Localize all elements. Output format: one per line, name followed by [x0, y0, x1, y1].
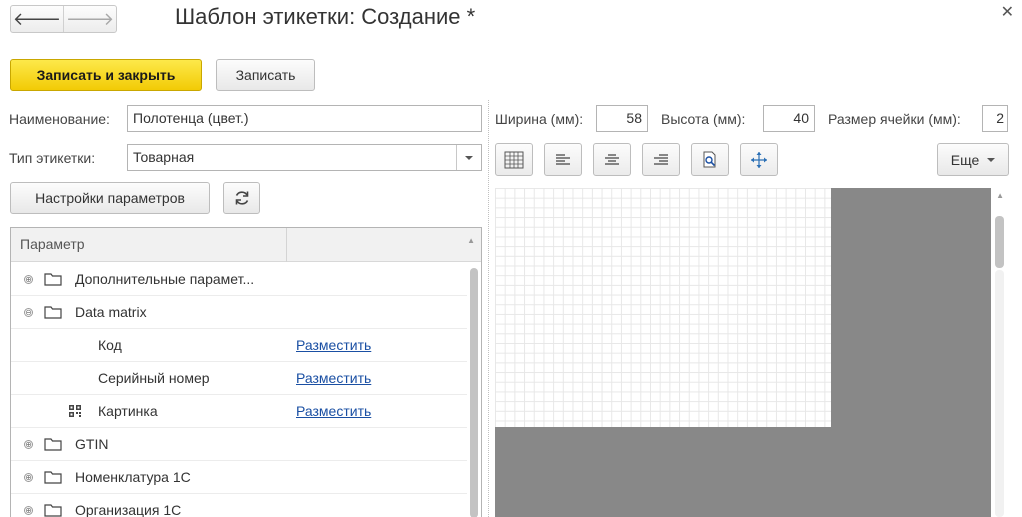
type-label: Тип этикетки: — [9, 150, 96, 166]
arrow-right-icon: 🡒 — [65, 8, 115, 29]
collapse-icon[interactable]: ⊖ — [24, 308, 33, 317]
back-button[interactable]: 🡐 — [11, 6, 63, 32]
tree-row[interactable]: ⊕ Дополнительные парамет... — [11, 263, 467, 296]
qr-code-icon — [69, 405, 81, 417]
name-field[interactable]: Полотенца (цвет.) — [127, 105, 482, 132]
height-label: Высота (мм): — [661, 111, 746, 127]
tree-row[interactable]: Серийный номер Разместить — [11, 362, 467, 395]
tree-row-label: Организация 1С — [75, 502, 182, 517]
width-field[interactable]: 58 — [596, 105, 648, 132]
column-divider[interactable] — [286, 228, 287, 262]
tree-row-label: Номенклатура 1С — [75, 469, 191, 485]
tree-row[interactable]: ⊕ GTIN — [11, 428, 467, 461]
tree-scrollbar-thumb[interactable] — [470, 268, 478, 517]
parameter-tree: Параметр ▲ ⊕ Дополнительные парамет... ⊖… — [10, 227, 482, 517]
tree-row[interactable]: ⊕ Организация 1С — [11, 494, 467, 517]
width-label: Ширина (мм): — [495, 111, 584, 127]
move-icon — [751, 151, 767, 168]
tree-row[interactable]: Картинка Разместить — [11, 395, 467, 428]
align-left-button[interactable] — [544, 143, 582, 176]
tree-row-label: Картинка — [98, 403, 158, 419]
barcode-table-icon — [504, 151, 524, 168]
window-title: Шаблон этикетки: Создание * — [175, 4, 476, 29]
barcode-table-button[interactable] — [495, 143, 533, 176]
forward-button[interactable]: 🡒 — [63, 6, 116, 32]
canvas-scrollbar-thumb[interactable] — [995, 216, 1004, 268]
label-grid-canvas[interactable] — [495, 188, 831, 427]
column-header-parameter[interactable]: Параметр — [20, 236, 85, 252]
panel-splitter[interactable] — [488, 100, 489, 517]
canvas-scrollbar[interactable]: ▲ — [992, 188, 1009, 517]
move-button[interactable] — [740, 143, 778, 176]
place-link[interactable]: Разместить — [296, 403, 371, 419]
tree-row-label: Код — [98, 337, 122, 353]
place-link[interactable]: Разместить — [296, 337, 371, 353]
name-label: Наименование: — [9, 111, 110, 127]
canvas-scrollbar-track[interactable] — [995, 270, 1004, 517]
chevron-down-icon — [987, 157, 996, 162]
save-and-close-button[interactable]: Записать и закрыть — [10, 59, 202, 91]
expand-icon[interactable]: ⊕ — [24, 506, 33, 515]
expand-icon[interactable]: ⊕ — [24, 440, 33, 449]
tree-row[interactable]: ⊖ Data matrix — [11, 296, 467, 329]
tree-row[interactable]: Код Разместить — [11, 329, 467, 362]
close-icon[interactable]: ✕ — [1001, 2, 1014, 22]
scroll-up-icon[interactable]: ▲ — [467, 236, 475, 245]
tree-row[interactable]: ⊕ Номенклатура 1С — [11, 461, 467, 494]
tree-row-label: Дополнительные парамет... — [75, 271, 255, 287]
label-canvas-area[interactable] — [495, 188, 991, 517]
type-dropdown-button[interactable] — [456, 145, 481, 170]
expand-icon[interactable]: ⊕ — [24, 473, 33, 482]
height-field[interactable]: 40 — [763, 105, 815, 132]
align-right-icon — [654, 153, 668, 165]
align-center-icon — [605, 153, 619, 165]
align-center-button[interactable] — [593, 143, 631, 176]
tree-row-label: GTIN — [75, 436, 109, 452]
arrow-left-icon: 🡐 — [12, 8, 62, 29]
folder-icon — [44, 273, 62, 286]
preview-button[interactable] — [691, 143, 729, 176]
history-nav: 🡐 🡒 — [10, 5, 117, 33]
tree-row-label: Data matrix — [75, 304, 147, 320]
tree-row-label: Серийный номер — [98, 370, 210, 386]
save-button[interactable]: Записать — [216, 59, 315, 91]
refresh-button[interactable] — [223, 182, 260, 214]
expand-icon[interactable]: ⊕ — [24, 275, 33, 284]
tree-header: Параметр ▲ — [11, 228, 481, 262]
more-button-label: Еще — [950, 151, 980, 168]
params-settings-button[interactable]: Настройки параметров — [10, 182, 210, 214]
align-left-icon — [556, 153, 570, 165]
cell-size-field[interactable]: 2 — [982, 105, 1008, 132]
align-right-button[interactable] — [642, 143, 680, 176]
refresh-icon — [235, 191, 248, 205]
folder-icon — [44, 438, 62, 451]
chevron-down-icon — [465, 155, 473, 160]
type-select-value: Товарная — [133, 149, 195, 165]
scroll-up-icon[interactable]: ▲ — [996, 191, 1004, 200]
folder-icon — [44, 471, 62, 484]
place-link[interactable]: Разместить — [296, 370, 371, 386]
cell-size-label: Размер ячейки (мм): — [828, 111, 961, 127]
more-button[interactable]: Еще — [937, 143, 1009, 176]
tree-scrollbar[interactable] — [470, 268, 478, 517]
folder-icon — [44, 504, 62, 517]
type-select[interactable]: Товарная — [127, 144, 482, 171]
preview-icon — [703, 151, 716, 167]
folder-icon — [44, 306, 62, 319]
